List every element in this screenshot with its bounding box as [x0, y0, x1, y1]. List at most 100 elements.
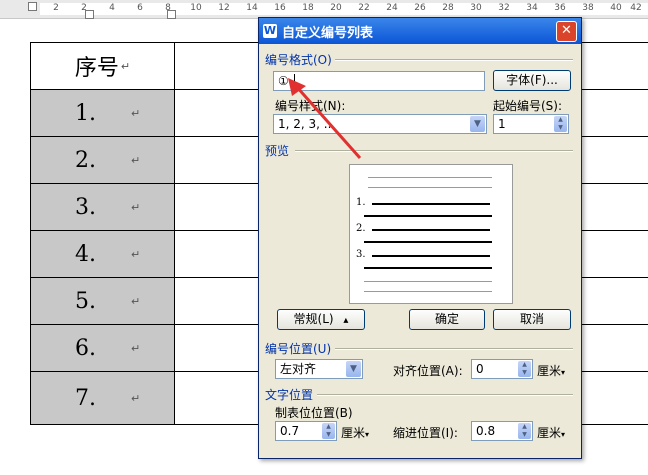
spin-buttons[interactable]: ▲ ▼ [554, 116, 567, 132]
section-divider [295, 150, 573, 152]
list-number: 4. [75, 241, 96, 267]
ruler-number: 38 [582, 3, 594, 13]
tab-position-unit[interactable]: 厘米▾ [341, 424, 369, 441]
list-number: 1. [75, 100, 96, 126]
indent-spinner[interactable]: 0.8 ▲ ▼ [471, 421, 533, 441]
list-number: 2. [75, 147, 96, 173]
numbered-cell[interactable]: 7. ↵ [30, 371, 175, 425]
dialog-title: 自定义编号列表 [282, 25, 374, 41]
ok-button[interactable]: 确定 [409, 309, 485, 330]
number-format-input[interactable]: ①. [273, 71, 485, 91]
unit-label: 厘米 [537, 364, 562, 378]
para-mark-icon: ↵ [131, 341, 141, 355]
para-mark-icon: ↵ [131, 153, 141, 167]
ruler-number: 20 [330, 3, 342, 13]
table-header-cell[interactable]: 序号 ↵ [30, 42, 175, 90]
numbered-cell[interactable]: 5. ↵ [30, 277, 175, 325]
app-w-icon: W [263, 24, 277, 38]
ruler-number: 16 [274, 3, 286, 13]
list-number: 3. [75, 194, 96, 220]
spin-down-icon[interactable]: ▼ [518, 369, 531, 377]
dropdown-arrow-icon: ▼ [346, 361, 361, 377]
numbered-cell[interactable]: 1. ↵ [30, 89, 175, 137]
ruler-number: 10 [190, 3, 202, 13]
close-icon[interactable]: ✕ [556, 20, 577, 42]
align-at-label: 对齐位置(A): [393, 364, 463, 378]
list-number: 7. [75, 385, 96, 411]
ruler-number: 12 [218, 3, 230, 13]
text-position-section-label: 文字位置 [265, 388, 314, 402]
font-button[interactable]: 字体(F)... [493, 70, 571, 91]
preview-line [364, 241, 492, 243]
tab-position-label: 制表位位置(B) [275, 406, 353, 420]
spin-buttons[interactable]: ▲ ▼ [322, 423, 335, 439]
spin-buttons[interactable]: ▲ ▼ [518, 423, 531, 439]
unit-dropdown-icon: ▾ [561, 430, 566, 439]
preview-line [364, 215, 492, 217]
start-at-label: 起始编号(S): [493, 99, 563, 113]
start-at-value: 1 [498, 117, 506, 131]
normal-button-label: 常规(L) [293, 312, 334, 326]
cancel-button[interactable]: 取消 [493, 309, 571, 330]
text-cursor [293, 74, 295, 88]
para-mark-icon: ↵ [131, 200, 141, 214]
header-label: 序号 [74, 56, 119, 81]
indent-unit[interactable]: 厘米▾ [537, 424, 565, 441]
dialog-titlebar[interactable]: W 自定义编号列表 ✕ [259, 18, 581, 44]
para-mark-icon: ↵ [131, 106, 141, 120]
number-format-section-label: 编号格式(O) [265, 53, 332, 67]
ruler-number: 2 [53, 3, 59, 13]
para-mark-icon: ↵ [131, 294, 141, 308]
numbered-cell[interactable]: 2. ↵ [30, 136, 175, 184]
preview-section-label: 预览 [265, 144, 290, 158]
number-style-value: 1, 2, 3, ... [278, 117, 336, 131]
start-at-spinner[interactable]: 1 ▲ ▼ [493, 114, 569, 134]
ruler-number: 42 [630, 3, 642, 13]
numbered-cell[interactable]: 4. ↵ [30, 230, 175, 278]
normal-button[interactable]: 常规(L) ▴ [277, 309, 365, 330]
alignment-select[interactable]: 左对齐 ▼ [275, 359, 363, 379]
spin-down-icon[interactable]: ▼ [554, 124, 567, 132]
preview-number: 3. [356, 249, 366, 260]
custom-numbering-dialog: W 自定义编号列表 ✕ 编号格式(O) ①. 字体(F)... 编号样式(N):… [258, 17, 582, 459]
section-divider [335, 348, 573, 350]
preview-line [372, 229, 490, 231]
alignment-value: 左对齐 [280, 362, 317, 376]
ruler-number: 40 [610, 3, 622, 13]
spin-buttons[interactable]: ▲ ▼ [518, 361, 531, 377]
spin-down-icon[interactable]: ▼ [518, 431, 531, 439]
para-mark-icon: ↵ [131, 247, 141, 261]
spin-up-icon[interactable]: ▲ [518, 423, 531, 431]
spin-up-icon[interactable]: ▲ [322, 423, 335, 431]
indent-label: 缩进位置(I): [393, 426, 458, 440]
ruler-number: 6 [137, 3, 143, 13]
tab-position-spinner[interactable]: 0.7 ▲ ▼ [275, 421, 337, 441]
spin-up-icon[interactable]: ▲ [518, 361, 531, 369]
preview-number: 1. [356, 197, 366, 208]
ruler-number: 4 [109, 3, 115, 13]
indent-value: 0.8 [476, 424, 496, 438]
ruler-number: 36 [554, 3, 566, 13]
para-mark-icon: ↵ [131, 391, 141, 405]
align-at-unit[interactable]: 厘米▾ [537, 362, 565, 379]
ruler-number: 18 [302, 3, 314, 13]
spin-down-icon[interactable]: ▼ [322, 431, 335, 439]
tab-position-value: 0.7 [280, 424, 300, 438]
numbered-cell[interactable]: 6. ↵ [30, 324, 175, 372]
ruler-number: 28 [442, 3, 454, 13]
ruler-number: 30 [470, 3, 482, 13]
ruler-number: 34 [526, 3, 538, 13]
preview-number: 2. [356, 223, 366, 234]
spin-up-icon[interactable]: ▲ [554, 116, 567, 124]
ruler-indent-marker[interactable] [28, 2, 37, 11]
para-mark-icon: ↵ [120, 59, 131, 73]
preview-line [368, 177, 492, 178]
number-style-select[interactable]: 1, 2, 3, ... ▼ [273, 114, 487, 134]
ruler-number: 14 [246, 3, 258, 13]
ruler-number: 8 [165, 3, 171, 13]
unit-label: 厘米 [537, 426, 562, 440]
preview-line [368, 187, 492, 188]
numbered-cell[interactable]: 3. ↵ [30, 183, 175, 231]
section-divider [317, 394, 573, 396]
align-at-spinner[interactable]: 0 ▲ ▼ [471, 359, 533, 379]
